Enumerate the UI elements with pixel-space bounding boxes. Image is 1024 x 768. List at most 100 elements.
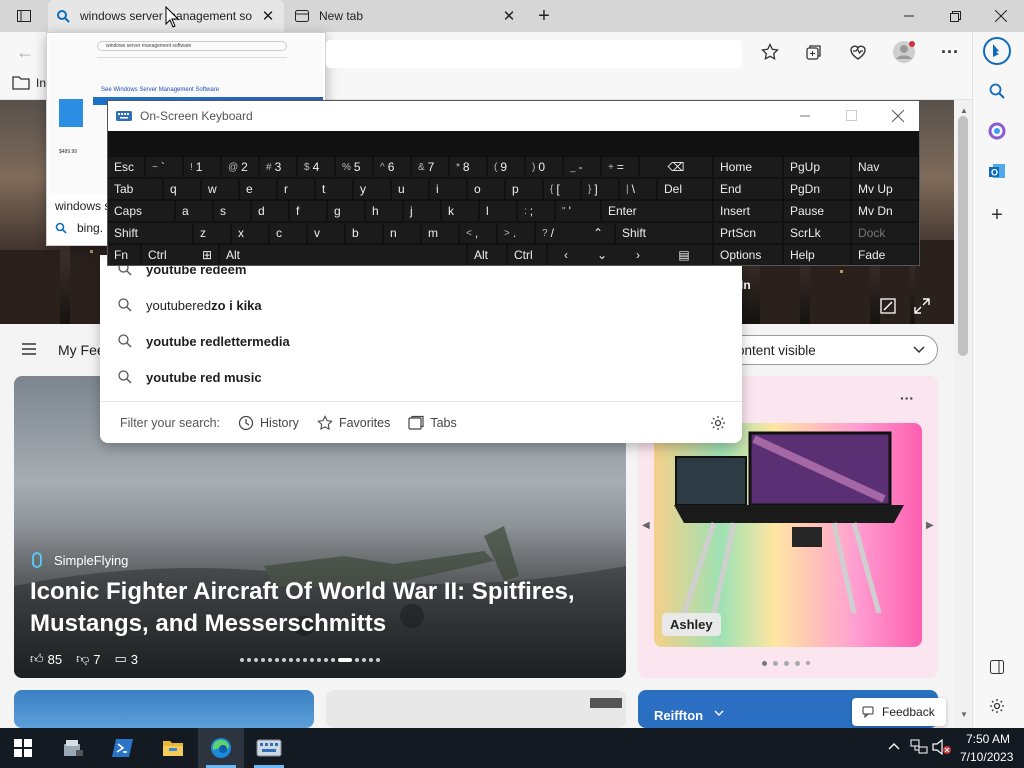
windows-key-icon[interactable]: ⊞	[196, 245, 218, 265]
osk-nav-key[interactable]: PgDn	[784, 179, 850, 199]
osk-key[interactable]: c	[270, 223, 306, 243]
osk-key[interactable]: r	[278, 179, 314, 199]
tab-actions-icon[interactable]	[12, 6, 36, 26]
osk-key[interactable]: Shift	[616, 223, 712, 243]
osk-key[interactable]: ~ `	[146, 157, 182, 177]
tab-new[interactable]: New tab ✕	[287, 0, 525, 32]
osk-key[interactable]: n	[384, 223, 420, 243]
osk-titlebar[interactable]: On-Screen Keyboard	[108, 101, 919, 131]
osk-taskbar-icon[interactable]	[246, 728, 292, 768]
edge-icon[interactable]	[198, 728, 244, 768]
weather-location[interactable]: Reiffton	[654, 708, 703, 723]
osk-key[interactable]: _ -	[564, 157, 600, 177]
osk-key[interactable]: w	[202, 179, 238, 199]
osk-key[interactable]: #3	[260, 157, 296, 177]
osk-key[interactable]: o	[468, 179, 504, 199]
osk-nav-key[interactable]: PrtScn	[714, 223, 782, 243]
osk-key[interactable]: t	[316, 179, 352, 199]
like-button[interactable]: 👍︎ 85	[30, 651, 62, 667]
network-icon[interactable]	[910, 739, 928, 755]
start-button[interactable]	[0, 728, 46, 768]
osk-key[interactable]: f	[290, 201, 326, 221]
osk-nav-key[interactable]: Insert	[714, 201, 782, 221]
favorites-item[interactable]: In	[36, 76, 46, 90]
close-icon[interactable]	[978, 0, 1024, 32]
osk-key[interactable]: Alt	[468, 245, 506, 265]
arrow-right-icon[interactable]: ›	[620, 245, 656, 265]
osk-nav-key[interactable]: PgUp	[784, 157, 850, 177]
osk-key[interactable]: + =	[602, 157, 638, 177]
osk-key[interactable]: ) 0	[526, 157, 562, 177]
osk-key[interactable]: h	[366, 201, 402, 221]
page-scrollbar[interactable]: ▲ ▼	[954, 100, 972, 728]
bing-chat-icon[interactable]	[982, 36, 1012, 66]
osk-key[interactable]: a	[176, 201, 212, 221]
dislike-button[interactable]: 👎︎ 7	[76, 651, 100, 667]
osk-key[interactable]: y	[354, 179, 390, 199]
profile-avatar[interactable]	[890, 38, 918, 66]
suggestion-item[interactable]: youtuberedzo i kika	[118, 291, 262, 319]
minimize-icon[interactable]	[800, 115, 810, 117]
expand-icon[interactable]	[914, 298, 930, 314]
feedback-button[interactable]: Feedback	[852, 698, 946, 726]
osk-key[interactable]: x	[232, 223, 268, 243]
osk-key[interactable]: Enter	[602, 201, 712, 221]
clock-date[interactable]: 7/10/2023	[960, 750, 1013, 764]
filter-tabs-button[interactable]: Tabs	[408, 415, 457, 431]
office-icon[interactable]	[984, 118, 1010, 144]
close-tab-icon[interactable]: ✕	[260, 8, 276, 25]
outlook-icon[interactable]: O	[984, 158, 1010, 184]
osk-key[interactable]: {[	[544, 179, 580, 199]
server-manager-icon[interactable]	[50, 728, 96, 768]
backspace-icon[interactable]: ⌫	[640, 157, 712, 177]
osk-nav-key[interactable]: Home	[714, 157, 782, 177]
powershell-icon[interactable]	[100, 728, 146, 768]
back-icon[interactable]: ←	[16, 40, 40, 64]
osk-nav-key[interactable]: Mv Up	[852, 179, 918, 199]
card-carousel-dots[interactable]	[762, 661, 810, 666]
osk-key[interactable]: ! 1	[184, 157, 220, 177]
osk-key[interactable]: e	[240, 179, 276, 199]
arrow-left-icon[interactable]: ‹	[548, 245, 584, 265]
osk-key[interactable]: $4	[298, 157, 334, 177]
osk-key[interactable]: m	[422, 223, 458, 243]
osk-key[interactable]: v	[308, 223, 344, 243]
osk-key[interactable]: Alt	[220, 245, 466, 265]
osk-key[interactable]: :;	[518, 201, 554, 221]
folder-icon[interactable]	[12, 74, 30, 90]
osk-nav-key[interactable]: Mv Dn	[852, 201, 918, 221]
more-icon[interactable]: ···	[936, 38, 964, 66]
osk-key[interactable]: Shift	[108, 223, 192, 243]
favorites-star-icon[interactable]	[756, 38, 784, 66]
hamburger-icon[interactable]	[22, 343, 36, 355]
card-more-icon[interactable]: ···	[900, 390, 914, 406]
osk-nav-key[interactable]: End	[714, 179, 782, 199]
collections-icon[interactable]	[800, 38, 828, 66]
osk-key[interactable]: l	[480, 201, 516, 221]
osk-nav-key[interactable]: Pause	[784, 201, 850, 221]
volume-muted-icon[interactable]	[932, 739, 952, 755]
arrow-up-icon[interactable]: ⌃	[582, 223, 614, 243]
osk-key[interactable]: u	[392, 179, 428, 199]
osk-key[interactable]: d	[252, 201, 288, 221]
suggestion-item[interactable]: youtube red music	[118, 363, 262, 391]
osk-key[interactable]: j	[404, 201, 440, 221]
news-headline[interactable]: Iconic Fighter Aircraft Of World War II:…	[30, 576, 610, 640]
osk-key[interactable]: * 8	[450, 157, 486, 177]
osk-nav-key[interactable]: Nav	[852, 157, 918, 177]
osk-key[interactable]: & 7	[412, 157, 448, 177]
osk-key[interactable]: " '	[556, 201, 600, 221]
osk-key[interactable]: @2	[222, 157, 258, 177]
osk-key[interactable]: Fn	[108, 245, 140, 265]
osk-key[interactable]: ^ 6	[374, 157, 410, 177]
osk-nav-key[interactable]: Help	[784, 245, 850, 265]
osk-key[interactable]: Ctrl	[508, 245, 546, 265]
osk-key[interactable]: Del	[658, 179, 712, 199]
carousel-dots[interactable]	[240, 656, 380, 664]
osk-key[interactable]: s	[214, 201, 250, 221]
news-card-bottom-2[interactable]	[326, 690, 626, 728]
arrow-down-icon[interactable]: ⌄	[584, 245, 620, 265]
settings-gear-icon[interactable]	[710, 415, 726, 431]
osk-key[interactable]: Tab	[108, 179, 162, 199]
osk-nav-key[interactable]: Fade	[852, 245, 918, 265]
